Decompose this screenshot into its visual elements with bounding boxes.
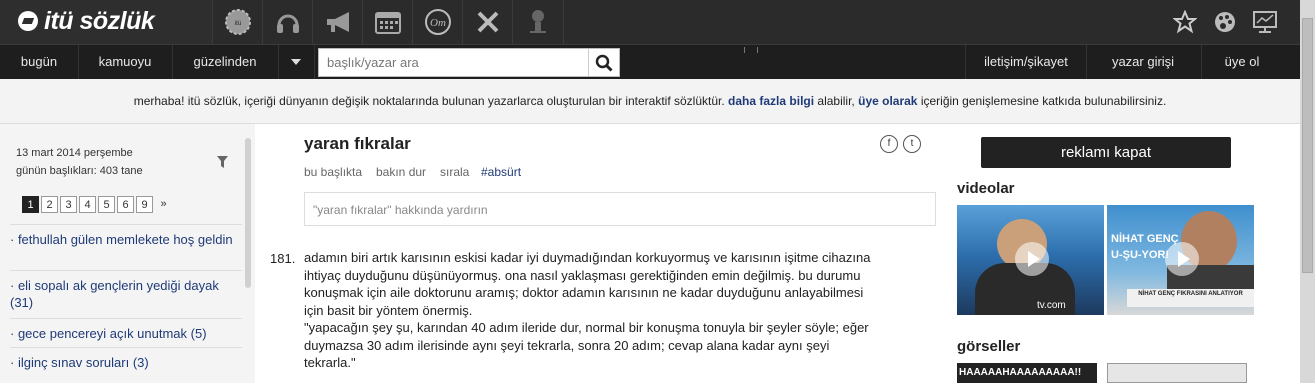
sidebar-topic-item[interactable]: · fethullah gülen memlekete hoş geldin [10,224,242,248]
image-thumbnail[interactable] [1107,363,1247,383]
badge-icon[interactable]: itü [212,0,263,44]
search-button[interactable] [588,49,619,76]
twitter-share-icon[interactable]: t [903,135,921,153]
video-overlay-text: NİHAT GENÇ [1111,233,1179,245]
resize-grip-icon[interactable] [744,47,758,53]
logo[interactable]: itü sözlük [0,0,212,44]
nav-today[interactable]: bugün [0,45,79,79]
info-text-mid: alabilir, [817,94,855,108]
topic-title[interactable]: yaran fıkralar [304,134,411,154]
sidebar-topic-item[interactable]: · gece pencereyi açık unutmak (5) [10,318,242,342]
info-bar: merhaba! itü sözlük, içeriği dünyanın de… [0,79,1300,124]
sidebar-topic-item[interactable]: · eli sopalı ak gençlerin yediği dayak (… [10,270,242,311]
sidebar-topic-count: günün başlıkları: 403 tane [16,165,143,177]
action-look[interactable]: bakın dur [376,165,426,179]
top-bar: itü sözlük itü Om [0,0,1300,44]
pagination: 1 2 3 4 5 6 9 » [22,196,172,213]
sidebar-scrollbar[interactable] [245,138,251,288]
calendar-icon[interactable] [362,0,413,44]
nav-bar: bugün kamuoyu güzelinden iletişim/şikaye… [0,44,1300,79]
megaphone-icon[interactable] [312,0,363,44]
svg-text:itü: itü [235,21,241,27]
more-info-link[interactable]: daha fazla bilgi [728,94,814,108]
caret-down-icon [291,59,301,65]
facebook-share-icon[interactable]: f [880,135,898,153]
video-channel-text: tv.com [1037,300,1066,311]
headphones-icon[interactable] [262,0,313,44]
help-input[interactable]: "yaran fıkralar" hakkında yardırın [304,192,936,226]
info-text-intro: merhaba! itü sözlük, içeriği dünyanın de… [133,94,725,108]
play-icon [1165,242,1199,276]
logo-mark-icon [18,11,38,31]
entry-text: adamın biri artık karısının eskisi kadar… [304,249,929,372]
register-link[interactable]: üye olarak [858,94,917,108]
sidebar-date: 13 mart 2014 perşembe [16,147,133,159]
action-sort[interactable]: sırala [440,165,469,179]
page-button[interactable]: 5 [98,196,115,213]
svg-text:Om: Om [430,17,446,29]
filter-icon[interactable] [217,155,228,173]
entry-line: duymazsa 30 adım ilerisinde aynı şeyi te… [304,337,830,353]
entry-line: tekrarla." [304,355,356,370]
tag-link[interactable]: #absürt [481,165,521,179]
page-button[interactable]: 6 [117,196,134,213]
nav-public-opinion[interactable]: kamuoyu [78,45,173,79]
tools-icon[interactable] [462,0,513,44]
nav-from-pretty[interactable]: güzelinden [172,45,279,79]
entry-line: adamın biri artık karısının eskisi kadar… [304,250,871,265]
nav-register[interactable]: üye ol [1201,45,1283,79]
page-button[interactable]: 3 [60,196,77,213]
sidebar-topic-item[interactable]: · ilginç sınav soruları (3) [10,347,242,371]
nav-contact[interactable]: iletişim/şikayet [965,45,1087,79]
search-box [318,48,620,77]
entry-line: ihtiyaç duyduğunu düşünüyormuş. ona nası… [304,267,861,283]
video-thumbnail[interactable]: tv.com [957,205,1104,315]
person-icon[interactable] [512,0,564,44]
video-thumbnail[interactable]: NİHAT GENÇ U-ŞU-YOR! NİHAT GENÇ FIKRASIN… [1107,205,1254,315]
monitor-icon[interactable] [1240,0,1290,44]
scrollbar-thumb[interactable] [1302,18,1313,273]
play-icon [1015,242,1049,276]
page-button[interactable]: 4 [79,196,96,213]
entry-line: "yapacağın şey şu, karından 40 adım iler… [304,320,869,335]
nav-dropdown-button[interactable] [278,45,315,79]
page-button[interactable]: 2 [41,196,58,213]
video-caption: NİHAT GENÇ FIKRASINI ANLATIYOR [1138,291,1243,297]
image-thumbnail-text: HAAAAAHAAAAAAAAA!! [959,367,1082,378]
om-icon[interactable]: Om [412,0,463,44]
page-scrollbar[interactable] [1300,0,1315,383]
action-in-topic[interactable]: bu başlıkta [304,165,362,179]
page-button[interactable]: 9 [136,196,153,213]
search-input[interactable] [319,49,603,76]
close-ad-button[interactable]: reklamı kapat [981,137,1231,168]
info-text-end: içeriğin genişlemesine katkıda bulunabil… [920,94,1167,108]
search-icon [595,54,613,72]
next-pages-button[interactable]: » [155,196,172,213]
image-thumbnail[interactable]: HAAAAAHAAAAAAAAA!! [957,363,1097,383]
entry-line: için basit bir yöntem önermiş. [304,302,473,318]
page-button[interactable]: 1 [22,196,39,213]
entry-line: konuşmak için aile doktorunu aramış; dok… [304,285,864,300]
nav-login[interactable]: yazar girişi [1085,45,1202,79]
entry-number[interactable]: 181. [270,251,295,266]
logo-text: itü sözlük [44,7,155,35]
video-overlay-text: U-ŞU-YOR! [1111,249,1170,261]
videos-heading: videolar [957,180,1015,197]
images-heading: görseller [957,338,1021,355]
